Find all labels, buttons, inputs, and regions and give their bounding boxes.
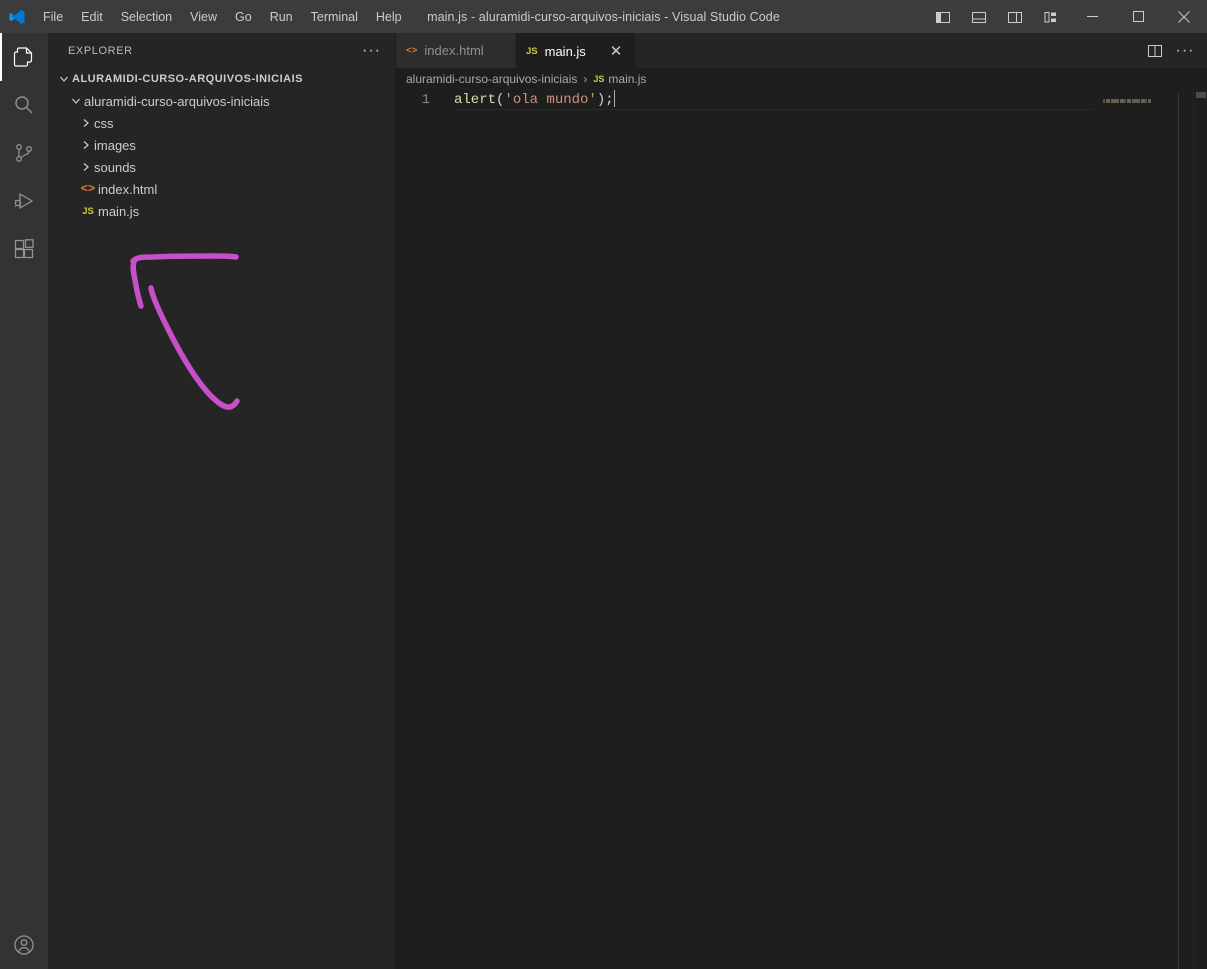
menu-run[interactable]: Run <box>262 6 301 28</box>
activity-bar <box>0 33 48 969</box>
html-file-icon: <> <box>406 45 418 56</box>
tab-label: main.js <box>544 43 586 59</box>
breadcrumb-separator-icon: › <box>583 72 588 86</box>
js-file-icon: JS <box>593 74 605 84</box>
tree-item-workspace-root[interactable]: ALURAMIDI-CURSO-ARQUIVOS-INICIAIS <box>48 68 395 90</box>
window-maximize-button[interactable] <box>1115 0 1161 33</box>
html-file-icon: <> <box>80 182 96 196</box>
customize-layout-icon[interactable] <box>1033 0 1069 33</box>
code-token-string: 'ola mundo' <box>504 92 597 109</box>
menu-terminal[interactable]: Terminal <box>303 6 366 28</box>
tree-item-label: aluramidi-curso-arquivos-iniciais <box>84 93 270 109</box>
tree-item-label: index.html <box>98 181 158 197</box>
tab-close-icon[interactable]: ✕ <box>607 42 625 60</box>
activitybar-spacer <box>0 273 48 921</box>
toggle-primary-sidebar-icon[interactable] <box>925 0 961 33</box>
editor-tab-bar: <> index.html JS main.js ✕ ··· <box>396 33 1207 68</box>
minimap-border <box>1178 94 1179 969</box>
tab-label: index.html <box>424 43 484 58</box>
breadcrumb-item-folder[interactable]: aluramidi-curso-arquivos-iniciais <box>406 72 577 86</box>
search-icon <box>15 96 33 114</box>
current-line-border <box>454 109 1093 110</box>
explorer-icon <box>13 47 33 67</box>
explorer-sidebar: EXPLORER ··· ALURAMIDI-CURSO-ARQUIVOS-IN… <box>48 33 396 969</box>
window-close-button[interactable] <box>1161 0 1207 33</box>
activitybar-item-explorer[interactable] <box>0 33 48 81</box>
menu-view[interactable]: View <box>182 6 225 28</box>
chevron-right-icon[interactable] <box>78 134 94 156</box>
sidebar-title: EXPLORER <box>68 44 133 57</box>
line-number: 1 <box>421 92 430 108</box>
tree-item-folder-sounds[interactable]: sounds <box>48 156 395 178</box>
minimap[interactable] <box>1093 90 1193 969</box>
source-control-icon <box>16 144 32 162</box>
accounts-icon <box>14 935 34 955</box>
tree-item-file-main-js[interactable]: JS main.js <box>48 200 395 222</box>
titlebar-controls <box>925 0 1207 33</box>
window-minimize-button[interactable] <box>1069 0 1115 33</box>
code-line-content[interactable]: alert('ola mundo'); <box>454 90 616 110</box>
menu-help[interactable]: Help <box>368 6 410 28</box>
tab-index-html[interactable]: <> index.html <box>396 33 516 68</box>
js-file-icon: JS <box>526 45 538 57</box>
toggle-secondary-sidebar-icon[interactable] <box>997 0 1033 33</box>
tree-item-label: css <box>94 115 114 131</box>
activitybar-item-accounts[interactable] <box>0 921 48 969</box>
code-token-close-paren: ) <box>596 92 606 109</box>
breadcrumb-item-file[interactable]: main.js <box>608 72 646 86</box>
chevron-right-icon[interactable] <box>78 156 94 178</box>
editor-actions: ··· <box>1141 33 1207 68</box>
tree-item-folder-css[interactable]: css <box>48 112 395 134</box>
menu-bar: File Edit Selection View Go Run Terminal… <box>34 0 411 33</box>
more-actions-icon[interactable]: ··· <box>1171 37 1199 65</box>
vscode-logo-icon <box>0 0 34 33</box>
file-explorer-tree: ALURAMIDI-CURSO-ARQUIVOS-INICIAIS aluram… <box>48 68 395 222</box>
js-file-icon: JS <box>82 205 94 217</box>
code-token-function: alert <box>454 92 497 109</box>
code-token-semicolon: ; <box>605 92 614 109</box>
text-cursor <box>613 90 616 107</box>
editor-body: 1 alert('ola mundo'); <box>396 90 1207 969</box>
toggle-panel-icon[interactable] <box>961 0 997 33</box>
workbench: EXPLORER ··· ALURAMIDI-CURSO-ARQUIVOS-IN… <box>0 33 1207 969</box>
sidebar-more-actions-icon[interactable]: ··· <box>356 42 387 58</box>
menu-file[interactable]: File <box>35 6 71 28</box>
activitybar-item-search[interactable] <box>0 81 48 129</box>
activitybar-item-source-control[interactable] <box>0 129 48 177</box>
editor-vertical-scrollbar[interactable] <box>1193 90 1207 969</box>
tab-main-js[interactable]: JS main.js ✕ <box>516 33 636 68</box>
tree-item-folder-project[interactable]: aluramidi-curso-arquivos-iniciais <box>48 90 395 112</box>
split-editor-right-icon[interactable] <box>1141 37 1169 65</box>
tree-item-label: ALURAMIDI-CURSO-ARQUIVOS-INICIAIS <box>72 73 303 85</box>
chevron-right-icon[interactable] <box>78 112 94 134</box>
title-bar: File Edit Selection View Go Run Terminal… <box>0 0 1207 33</box>
scrollbar-thumb[interactable] <box>1196 92 1206 98</box>
activitybar-item-run-and-debug[interactable] <box>0 177 48 225</box>
menu-go[interactable]: Go <box>227 6 260 28</box>
breadcrumb: aluramidi-curso-arquivos-iniciais › JS m… <box>396 68 1207 90</box>
menu-selection[interactable]: Selection <box>113 6 180 28</box>
run-and-debug-icon <box>14 192 34 210</box>
pink-handdrawn-arrow-annotation <box>130 253 240 410</box>
tree-item-label: sounds <box>94 159 136 175</box>
sidebar-header: EXPLORER ··· <box>48 33 395 68</box>
code-editor[interactable]: 1 alert('ola mundo'); <box>396 90 1093 969</box>
editor-group: <> index.html JS main.js ✕ ··· aluramidi… <box>396 33 1207 969</box>
tree-item-label: main.js <box>98 203 140 219</box>
tree-item-label: images <box>94 137 136 153</box>
tree-item-file-index-html[interactable]: <> index.html <box>48 178 395 200</box>
extensions-icon <box>14 239 34 259</box>
code-line[interactable]: 1 alert('ola mundo'); <box>396 90 1093 110</box>
minimap-code-preview <box>1103 99 1151 103</box>
tree-item-folder-images[interactable]: images <box>48 134 395 156</box>
chevron-down-icon[interactable] <box>68 90 84 112</box>
menu-edit[interactable]: Edit <box>73 6 111 28</box>
activitybar-item-extensions[interactable] <box>0 225 48 273</box>
chevron-down-icon[interactable] <box>56 68 72 90</box>
